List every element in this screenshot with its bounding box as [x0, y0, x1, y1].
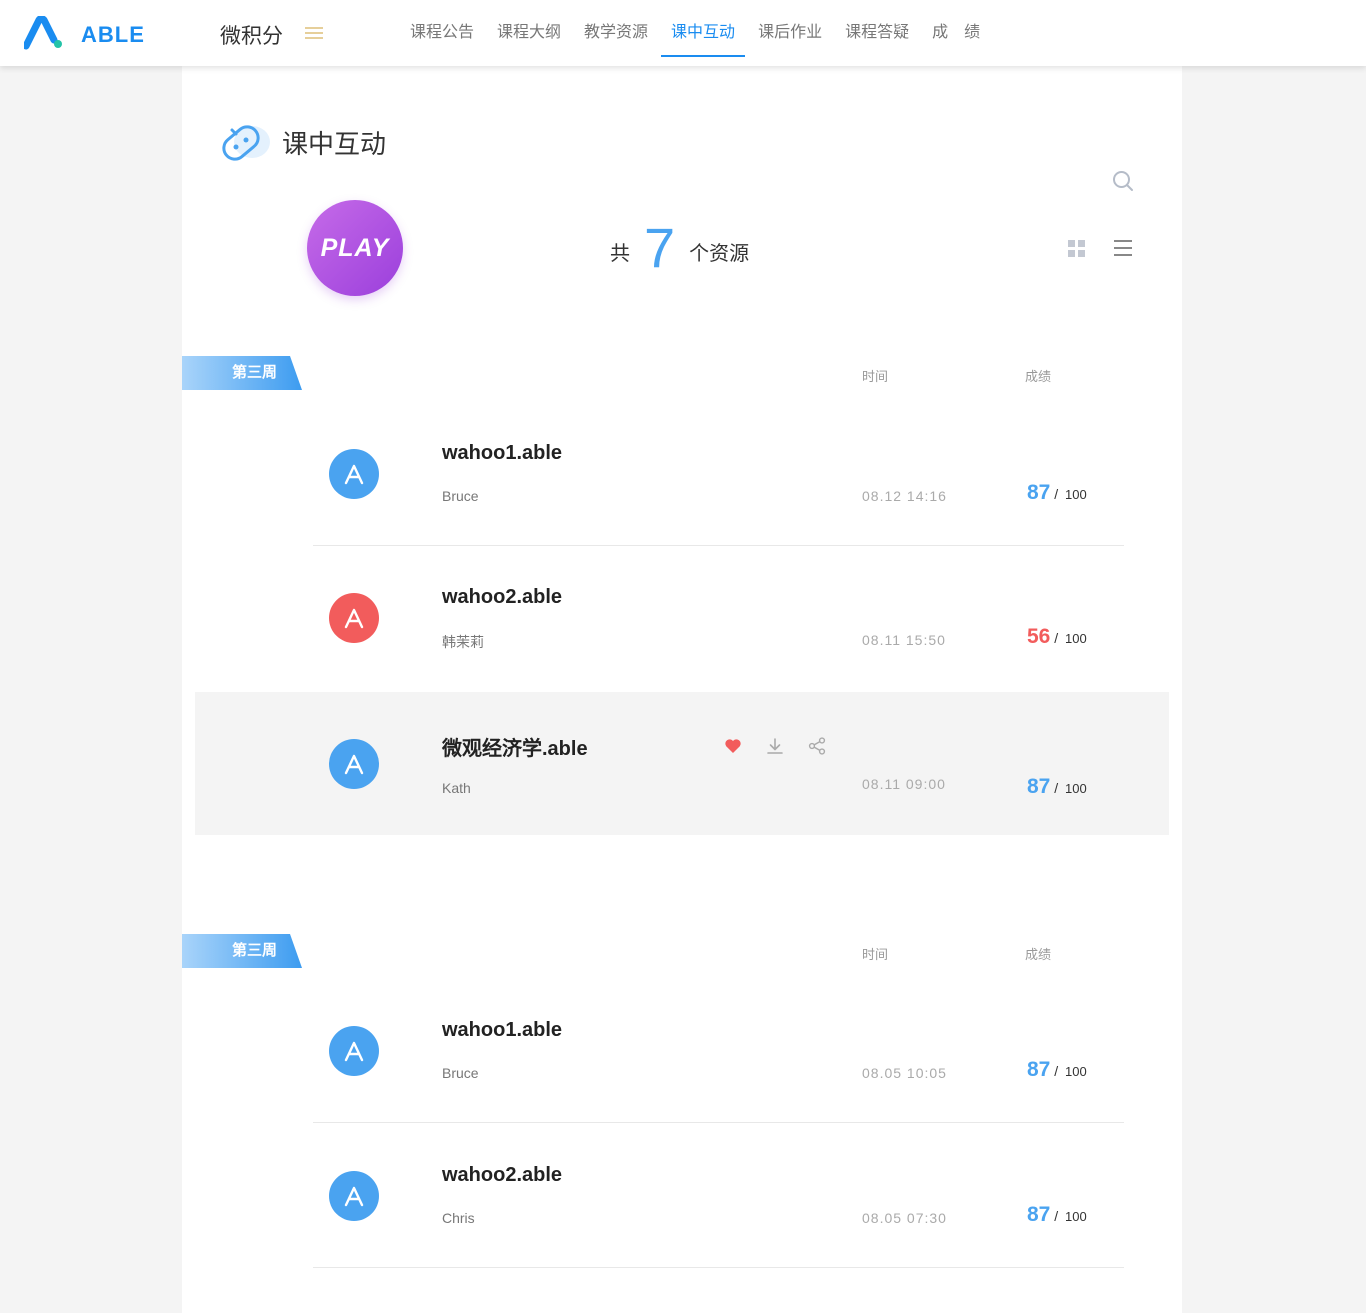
item-time: 08.12 14:16	[862, 488, 947, 504]
list-item-highlighted[interactable]: 微观经济学.able Kath 08.11 09:00 87 / 100	[195, 692, 1169, 835]
item-user: 韩茉莉	[442, 634, 484, 650]
course-title: 微积分	[220, 25, 283, 48]
column-header-time: 时间	[862, 369, 889, 384]
item-user: Kath	[442, 780, 471, 796]
tab-qa[interactable]: 课程答疑	[835, 0, 919, 66]
score-total: 100	[1065, 487, 1087, 502]
search-icon[interactable]	[1112, 170, 1134, 192]
resource-count: 共 7 个资源	[610, 216, 749, 286]
avatar	[329, 1171, 379, 1221]
brand-name[interactable]: ABLE	[81, 22, 145, 48]
list-item[interactable]: wahoo2.able Chris 08.05 07:30 87 / 100	[195, 1124, 1169, 1268]
item-user: Chris	[442, 1210, 475, 1226]
item-user: Bruce	[442, 1065, 479, 1081]
item-score: 87 / 100	[1027, 1203, 1087, 1226]
play-badge-label: PLAY	[320, 233, 390, 262]
row-divider	[313, 1267, 1124, 1268]
item-time: 08.11 09:00	[862, 776, 946, 792]
able-a-icon	[344, 1186, 364, 1207]
item-title[interactable]: 微观经济学.able	[442, 732, 588, 761]
tab-resources[interactable]: 教学资源	[574, 0, 658, 66]
able-a-icon	[344, 1041, 364, 1062]
able-logo-icon[interactable]	[24, 16, 64, 50]
score-total: 100	[1065, 781, 1087, 796]
list-item[interactable]: wahoo1.able Bruce 08.12 14:16 87 / 100	[195, 402, 1169, 546]
page-title: 课中互动	[282, 129, 387, 159]
download-icon[interactable]	[765, 736, 785, 756]
item-score: 87 / 100	[1027, 775, 1087, 798]
item-user: Bruce	[442, 488, 479, 504]
item-score: 87 / 100	[1027, 481, 1087, 504]
tab-homework[interactable]: 课后作业	[748, 0, 832, 66]
able-a-icon	[344, 754, 364, 775]
item-title[interactable]: wahoo1.able	[442, 1019, 562, 1042]
share-icon[interactable]	[807, 736, 827, 756]
item-title[interactable]: wahoo1.able	[442, 442, 562, 465]
score-total: 100	[1065, 631, 1087, 646]
able-a-icon	[344, 464, 364, 485]
play-badge[interactable]: PLAY	[307, 200, 403, 296]
grid-view-icon[interactable]	[1068, 240, 1085, 257]
main-panel: 课中互动 PLAY 共 7 个资源 第三周 时间 成绩 wahoo1.able …	[182, 66, 1182, 1313]
avatar	[329, 739, 379, 789]
score-total: 100	[1065, 1064, 1087, 1079]
tab-grades[interactable]: 成 绩	[922, 0, 990, 66]
score-value: 87	[1027, 1058, 1051, 1081]
tab-syllabus[interactable]: 课程大纲	[487, 0, 571, 66]
avatar	[329, 593, 379, 643]
list-view-icon[interactable]	[1114, 240, 1132, 256]
score-value: 87	[1027, 1203, 1051, 1226]
item-score: 87 / 100	[1027, 1058, 1087, 1081]
item-title[interactable]: wahoo2.able	[442, 1164, 562, 1187]
column-header-score: 成绩	[1025, 369, 1052, 384]
list-item[interactable]: wahoo1.able Bruce 08.05 10:05 87 / 100	[195, 979, 1169, 1123]
gamepad-icon	[222, 125, 270, 161]
count-number: 7	[644, 216, 676, 279]
column-header-score: 成绩	[1025, 947, 1052, 962]
tab-announcements[interactable]: 课程公告	[400, 0, 484, 66]
score-value: 87	[1027, 481, 1051, 504]
item-time: 08.05 07:30	[862, 1210, 947, 1226]
score-value: 56	[1027, 625, 1051, 648]
avatar	[329, 449, 379, 499]
heart-icon[interactable]	[723, 736, 743, 756]
week-label: 第三周	[232, 942, 278, 959]
tab-interaction[interactable]: 课中互动	[661, 0, 746, 66]
course-tabs: 课程公告 课程大纲 教学资源 课中互动 课后作业 课程答疑 成 绩	[400, 0, 993, 66]
item-actions	[723, 736, 849, 756]
top-navigation-bar: ABLE 微积分 课程公告 课程大纲 教学资源 课中互动 课后作业 课程答疑 成…	[0, 0, 1366, 66]
list-item[interactable]: wahoo2.able 韩茉莉 08.11 15:50 56 / 100	[195, 546, 1169, 690]
avatar	[329, 1026, 379, 1076]
item-title[interactable]: wahoo2.able	[442, 586, 562, 609]
able-a-icon	[344, 608, 364, 629]
column-header-time: 时间	[862, 947, 889, 962]
week-tag: 第三周	[182, 934, 302, 968]
item-time: 08.05 10:05	[862, 1065, 947, 1081]
menu-icon[interactable]	[305, 27, 323, 41]
week-label: 第三周	[232, 364, 278, 381]
item-score: 56 / 100	[1027, 625, 1087, 648]
week-tag: 第三周	[182, 356, 302, 390]
score-total: 100	[1065, 1209, 1087, 1224]
count-prefix: 共	[610, 242, 630, 265]
row-divider	[313, 1122, 1124, 1123]
item-time: 08.11 15:50	[862, 632, 946, 648]
count-suffix: 个资源	[689, 242, 750, 265]
score-value: 87	[1027, 775, 1051, 798]
